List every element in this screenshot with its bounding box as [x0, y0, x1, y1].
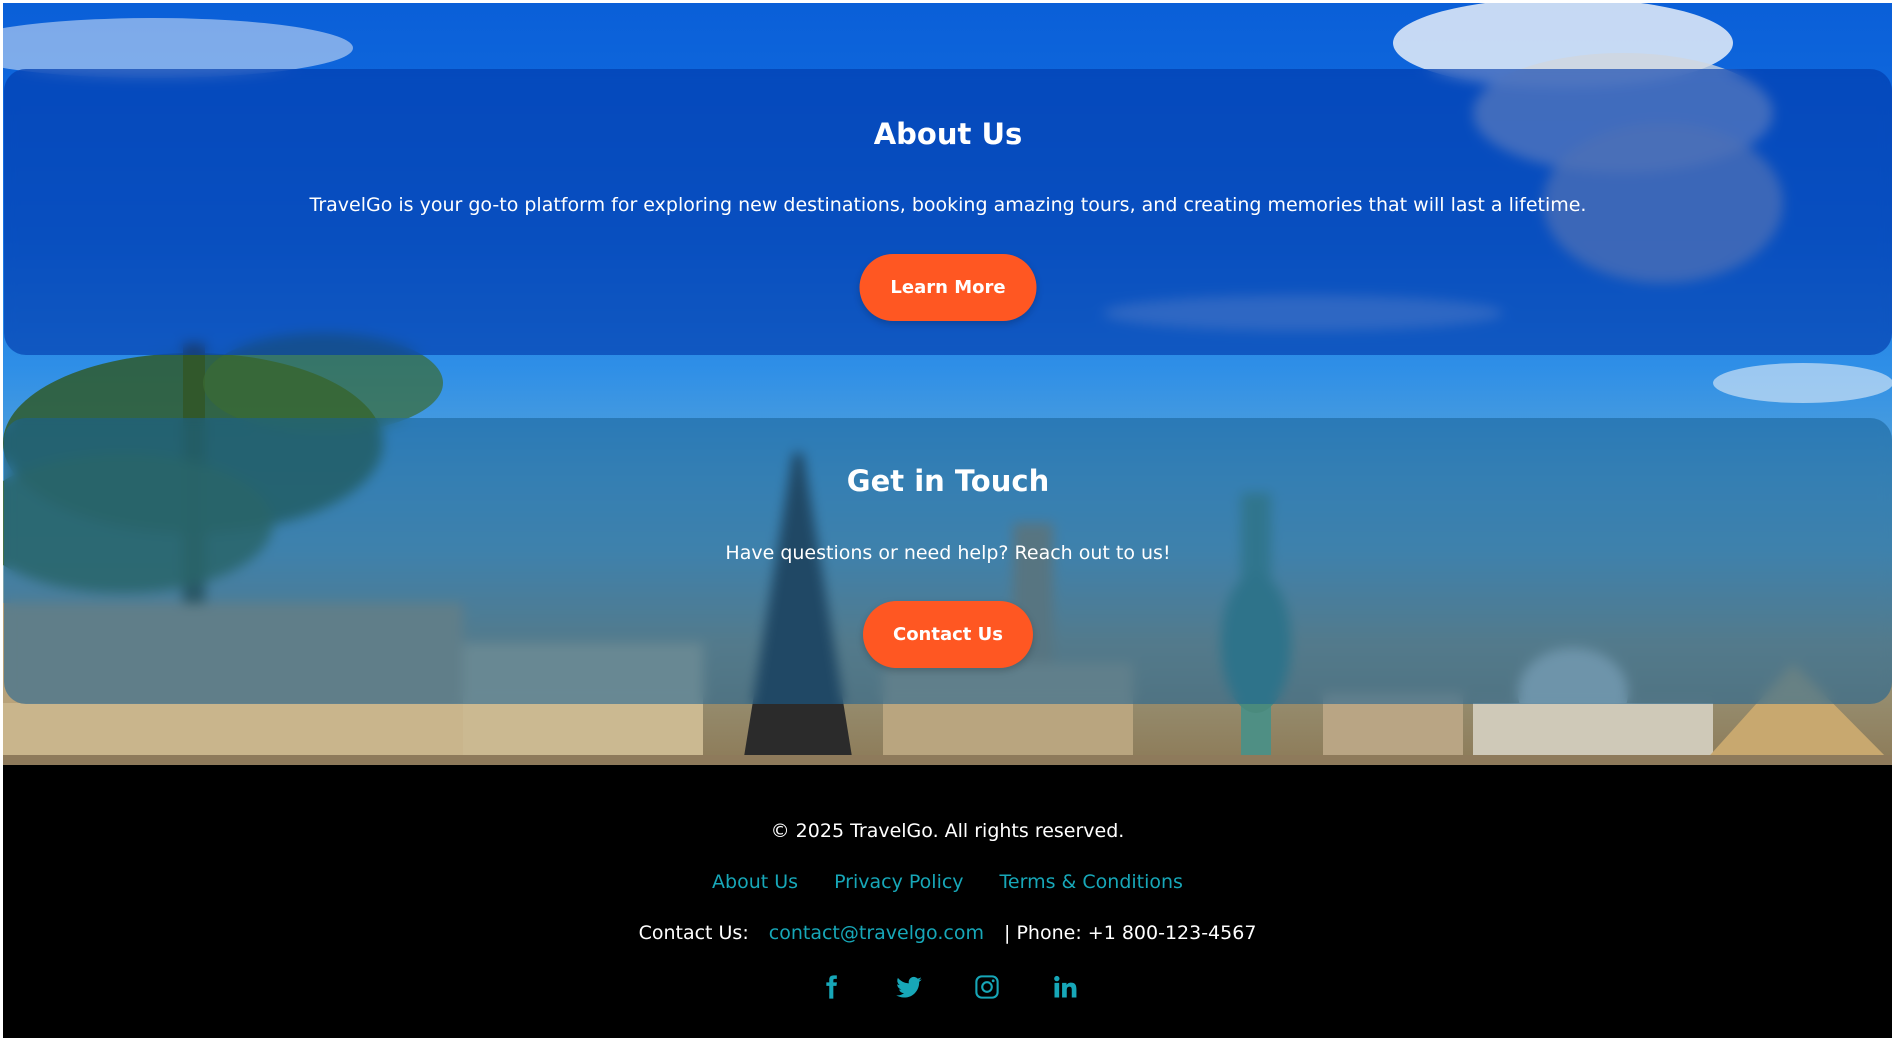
about-title: About Us: [873, 117, 1023, 151]
hero-background: About Us TravelGo is your go-to platform…: [3, 3, 1892, 765]
twitter-icon[interactable]: [895, 973, 923, 1001]
contact-us-button[interactable]: Contact Us: [863, 601, 1033, 668]
social-links: [3, 973, 1892, 1001]
facebook-icon[interactable]: [817, 973, 845, 1001]
contact-info: Contact Us: contact@travelgo.com | Phone…: [3, 922, 1892, 944]
footer-link-terms-conditions[interactable]: Terms & Conditions: [1000, 871, 1183, 893]
contact-section: Get in Touch Have questions or need help…: [4, 418, 1892, 704]
contact-email-link[interactable]: contact@travelgo.com: [769, 922, 984, 944]
linkedin-icon[interactable]: [1051, 973, 1079, 1001]
copyright-text: © 2025 TravelGo. All rights reserved.: [770, 820, 1125, 842]
footer-links: About Us Privacy Policy Terms & Conditio…: [3, 871, 1892, 893]
learn-more-button[interactable]: Learn More: [859, 254, 1037, 321]
footer-link-about-us[interactable]: About Us: [712, 871, 798, 893]
footer: © 2025 TravelGo. All rights reserved. Ab…: [3, 765, 1892, 1038]
contact-title: Get in Touch: [846, 464, 1050, 498]
contact-label: Contact Us:: [638, 922, 749, 944]
about-section: About Us TravelGo is your go-to platform…: [4, 69, 1892, 355]
footer-link-privacy-policy[interactable]: Privacy Policy: [834, 871, 963, 893]
contact-description: Have questions or need help? Reach out t…: [725, 542, 1171, 564]
page: About Us TravelGo is your go-to platform…: [0, 0, 1892, 1038]
about-description: TravelGo is your go-to platform for expl…: [309, 194, 1587, 216]
instagram-icon[interactable]: [973, 973, 1001, 1001]
contact-phone: | Phone: +1 800-123-4567: [1004, 922, 1257, 944]
